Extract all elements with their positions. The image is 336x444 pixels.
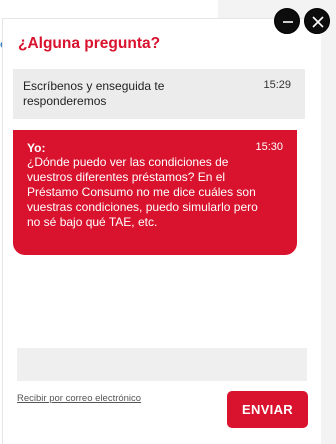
minus-icon (283, 21, 293, 23)
page: os ¿Alguna pregunta? Escríbenos y ensegu… (0, 0, 336, 444)
message-input[interactable] (17, 348, 307, 381)
window-controls (274, 8, 330, 34)
chat-title: ¿Alguna pregunta? (18, 35, 161, 52)
agent-message: Escríbenos y enseguida te responderemos … (13, 69, 305, 119)
user-message-text: ¿Dónde puedo ver las condiciones de vues… (27, 155, 258, 229)
agent-message-text: Escríbenos y enseguida te responderemos (23, 79, 165, 108)
email-transcript-link[interactable]: Recibir por correo electrónico (17, 393, 141, 404)
close-icon (312, 16, 324, 28)
user-message: Yo: 15:30 ¿Dónde puedo ver las condicion… (13, 130, 297, 255)
minimize-button[interactable] (274, 8, 300, 34)
agent-message-time: 15:29 (263, 79, 291, 91)
user-message-time: 15:30 (255, 141, 283, 153)
send-button[interactable]: ENVIAR (227, 391, 308, 428)
user-message-author: Yo: (27, 141, 46, 155)
close-button[interactable] (304, 8, 330, 34)
